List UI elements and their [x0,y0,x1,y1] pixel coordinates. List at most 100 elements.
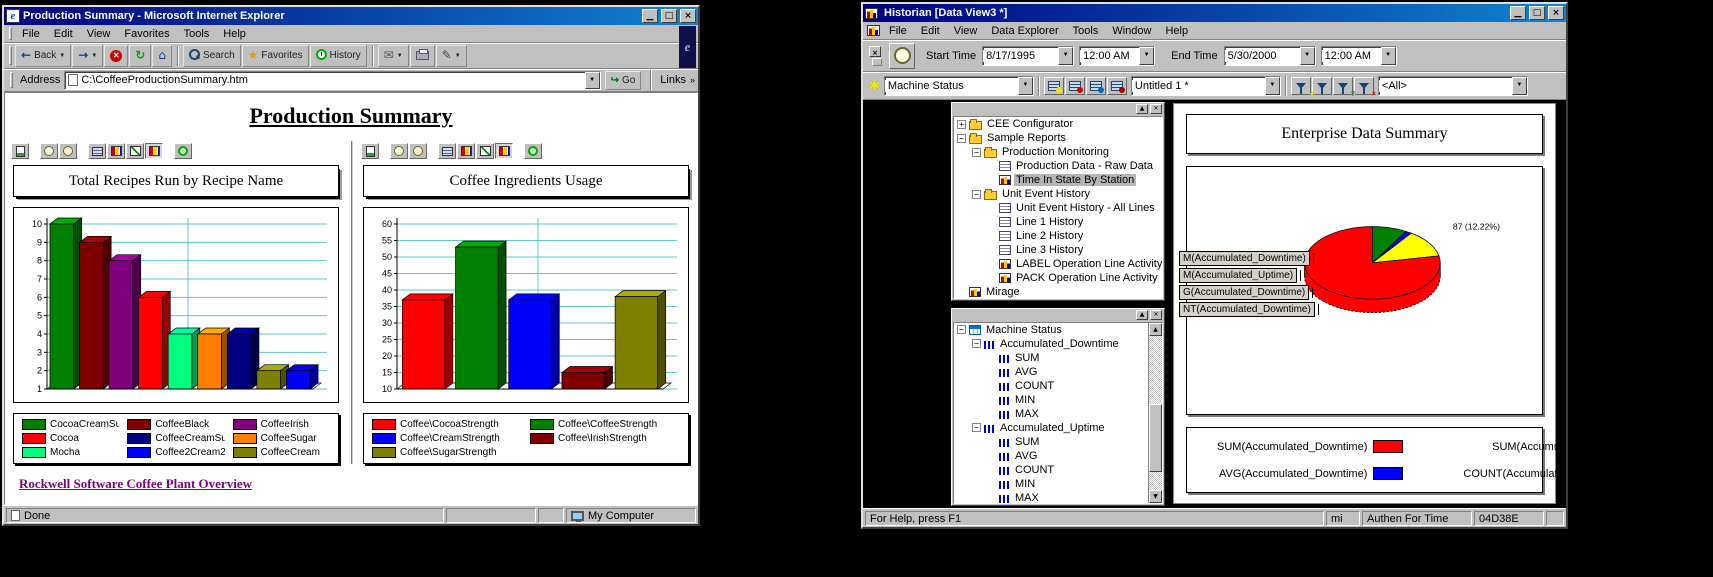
pane-pin-button[interactable]: ▲ [1136,104,1148,114]
address-input[interactable]: C:\CoffeeProductionSummary.htm ▼ [64,71,600,90]
tree-item-min[interactable]: MIN [954,393,1148,407]
tree-item-line-3-history[interactable]: Line 3 History [954,243,1162,257]
forward-dropdown-arrow[interactable]: ▼ [91,53,97,59]
edit-button[interactable]: ✎▼ [436,45,467,67]
ie-menu-file[interactable]: File [15,26,47,42]
export-button[interactable] [361,143,379,159]
collapse-icon[interactable]: − [972,339,981,348]
end-date-combo[interactable]: 5/30/2000▼ [1224,46,1316,66]
links-chevron[interactable]: » [690,75,695,85]
start-date-combo[interactable]: 8/17/1995▼ [982,46,1074,66]
tree-item-machine-status[interactable]: −Machine Status [954,323,1148,337]
tag-combo[interactable]: Machine Status▼ [884,76,1034,96]
edit-dropdown-arrow[interactable]: ▼ [455,53,461,59]
print-button[interactable] [410,45,435,67]
tree-scrollbar[interactable]: ▲ ▼ [1148,323,1162,504]
addressbar-grip[interactable] [10,72,13,88]
minimize-button[interactable]: ▁ [642,9,658,23]
delete-filter-button[interactable]: × [1354,77,1374,95]
column-view-button[interactable] [495,143,513,159]
back-dropdown-arrow[interactable]: ▼ [59,53,65,59]
data-view-combo[interactable]: Untitled 1 *▼ [1131,76,1281,96]
tree-item-cee-configurator[interactable]: +CEE Configurator [954,117,1162,131]
history-button[interactable]: History [310,45,367,67]
coffee-plant-overview-link[interactable]: Rockwell Software Coffee Plant Overview [19,476,252,492]
dropdown-arrow[interactable]: ▼ [1139,47,1154,65]
delete-data-view-button[interactable] [1107,77,1127,95]
export-button[interactable] [11,143,29,159]
ie-titlebar[interactable]: e Production Summary - Microsoft Interne… [4,7,698,25]
column-view-button[interactable] [145,143,163,159]
line-view-button[interactable] [126,143,144,159]
tree-item-avg[interactable]: AVG [954,365,1148,379]
refresh-chart-button[interactable] [524,143,542,159]
dropdown-arrow[interactable]: ▼ [1300,47,1315,65]
historian-menu-edit[interactable]: Edit [914,23,947,39]
tree-item-accumulated-downtime[interactable]: −Accumulated_Downtime [954,337,1148,351]
maximize-button[interactable]: □ [661,9,677,23]
historian-menu-file[interactable]: File [882,23,914,39]
tree-item-pack-operation-line-activity[interactable]: PACK Operation Line Activity [954,271,1162,285]
collapse-icon[interactable]: − [957,325,966,334]
line-view-button[interactable] [476,143,494,159]
pane-pin-button[interactable]: ▲ [1136,310,1148,320]
historian-titlebar[interactable]: Historian [Data View3 *] ▁ □ × [863,4,1566,22]
time-edit-button[interactable] [59,143,77,159]
ie-menu-tools[interactable]: Tools [177,26,217,42]
historian-menu-window[interactable]: Window [1105,23,1158,39]
table-view-button[interactable] [438,143,456,159]
time-edit-button[interactable] [409,143,427,159]
new-data-view-button[interactable] [1044,77,1064,95]
ie-menu-edit[interactable]: Edit [47,26,80,42]
tree-item-count[interactable]: COUNT [954,379,1148,393]
scrollbar-thumb[interactable] [1149,404,1162,473]
tree-item-accumulated-uptime[interactable]: −Accumulated_Uptime [954,421,1148,435]
time-range-button[interactable] [390,143,408,159]
scroll-down-button[interactable]: ▼ [1149,490,1162,503]
close-button[interactable]: × [680,9,696,23]
start-clock-combo[interactable]: 12:00 AM▼ [1079,46,1155,66]
collapse-icon[interactable]: − [972,148,981,157]
historian-menu-help[interactable]: Help [1158,23,1195,39]
favorites-button[interactable]: ★Favorites [242,45,309,67]
dropdown-arrow[interactable]: ▼ [1018,77,1033,95]
table-view-button[interactable] [88,143,106,159]
end-clock-combo[interactable]: 12:00 AM▼ [1321,46,1397,66]
tree-item-unit-event-history-all-lines[interactable]: Unit Event History - All Lines [954,201,1162,215]
refresh-button[interactable]: ↻ [129,45,151,67]
search-button[interactable]: Search [183,45,241,67]
links-label[interactable]: Links [660,74,686,86]
back-button[interactable]: ←Back▼ [15,45,71,67]
collapse-icon[interactable]: − [972,190,981,199]
tree-item-line-2-history[interactable]: Line 2 History [954,229,1162,243]
tree-item-production-monitoring[interactable]: −Production Monitoring [954,145,1162,159]
time-picker-button[interactable] [889,43,915,69]
new-filter-button[interactable]: ＋ [1291,77,1311,95]
tree-item-sample-reports[interactable]: −Sample Reports [954,131,1162,145]
edit-data-view-button[interactable] [1065,77,1085,95]
maximize-button[interactable]: □ [1529,6,1545,20]
tree-item-max[interactable]: MAX [954,491,1148,505]
tree-item-sum[interactable]: SUM [954,351,1148,365]
historian-menu-data-explorer[interactable]: Data Explorer [984,23,1065,39]
mail-dropdown-arrow[interactable]: ▼ [397,53,403,59]
menu-grip[interactable] [9,27,12,41]
tree-item-min[interactable]: MIN [954,477,1148,491]
dropdown-arrow[interactable]: ▼ [1512,77,1527,95]
copy-data-view-button[interactable] [1086,77,1106,95]
mail-button[interactable]: ✉▼ [378,45,409,67]
toolbar-close-button[interactable]: × [869,46,881,57]
scroll-up-button[interactable]: ▲ [1149,323,1162,336]
bar-view-button[interactable] [457,143,475,159]
tree-item-line-1-history[interactable]: Line 1 History [954,215,1162,229]
stop-button[interactable]: ✕ [104,45,128,67]
tree-item-mirage[interactable]: Mirage [954,285,1162,299]
ie-menu-view[interactable]: View [80,26,118,42]
toolbar-grip[interactable] [9,46,12,64]
dropdown-arrow[interactable]: ▼ [1265,77,1280,95]
minimize-button[interactable]: ▁ [1510,6,1526,20]
historian-menu-tools[interactable]: Tools [1066,23,1106,39]
refresh-chart-button[interactable] [174,143,192,159]
go-button[interactable]: ↪ Go [605,71,642,90]
forward-button[interactable]: →▼ [72,45,103,67]
